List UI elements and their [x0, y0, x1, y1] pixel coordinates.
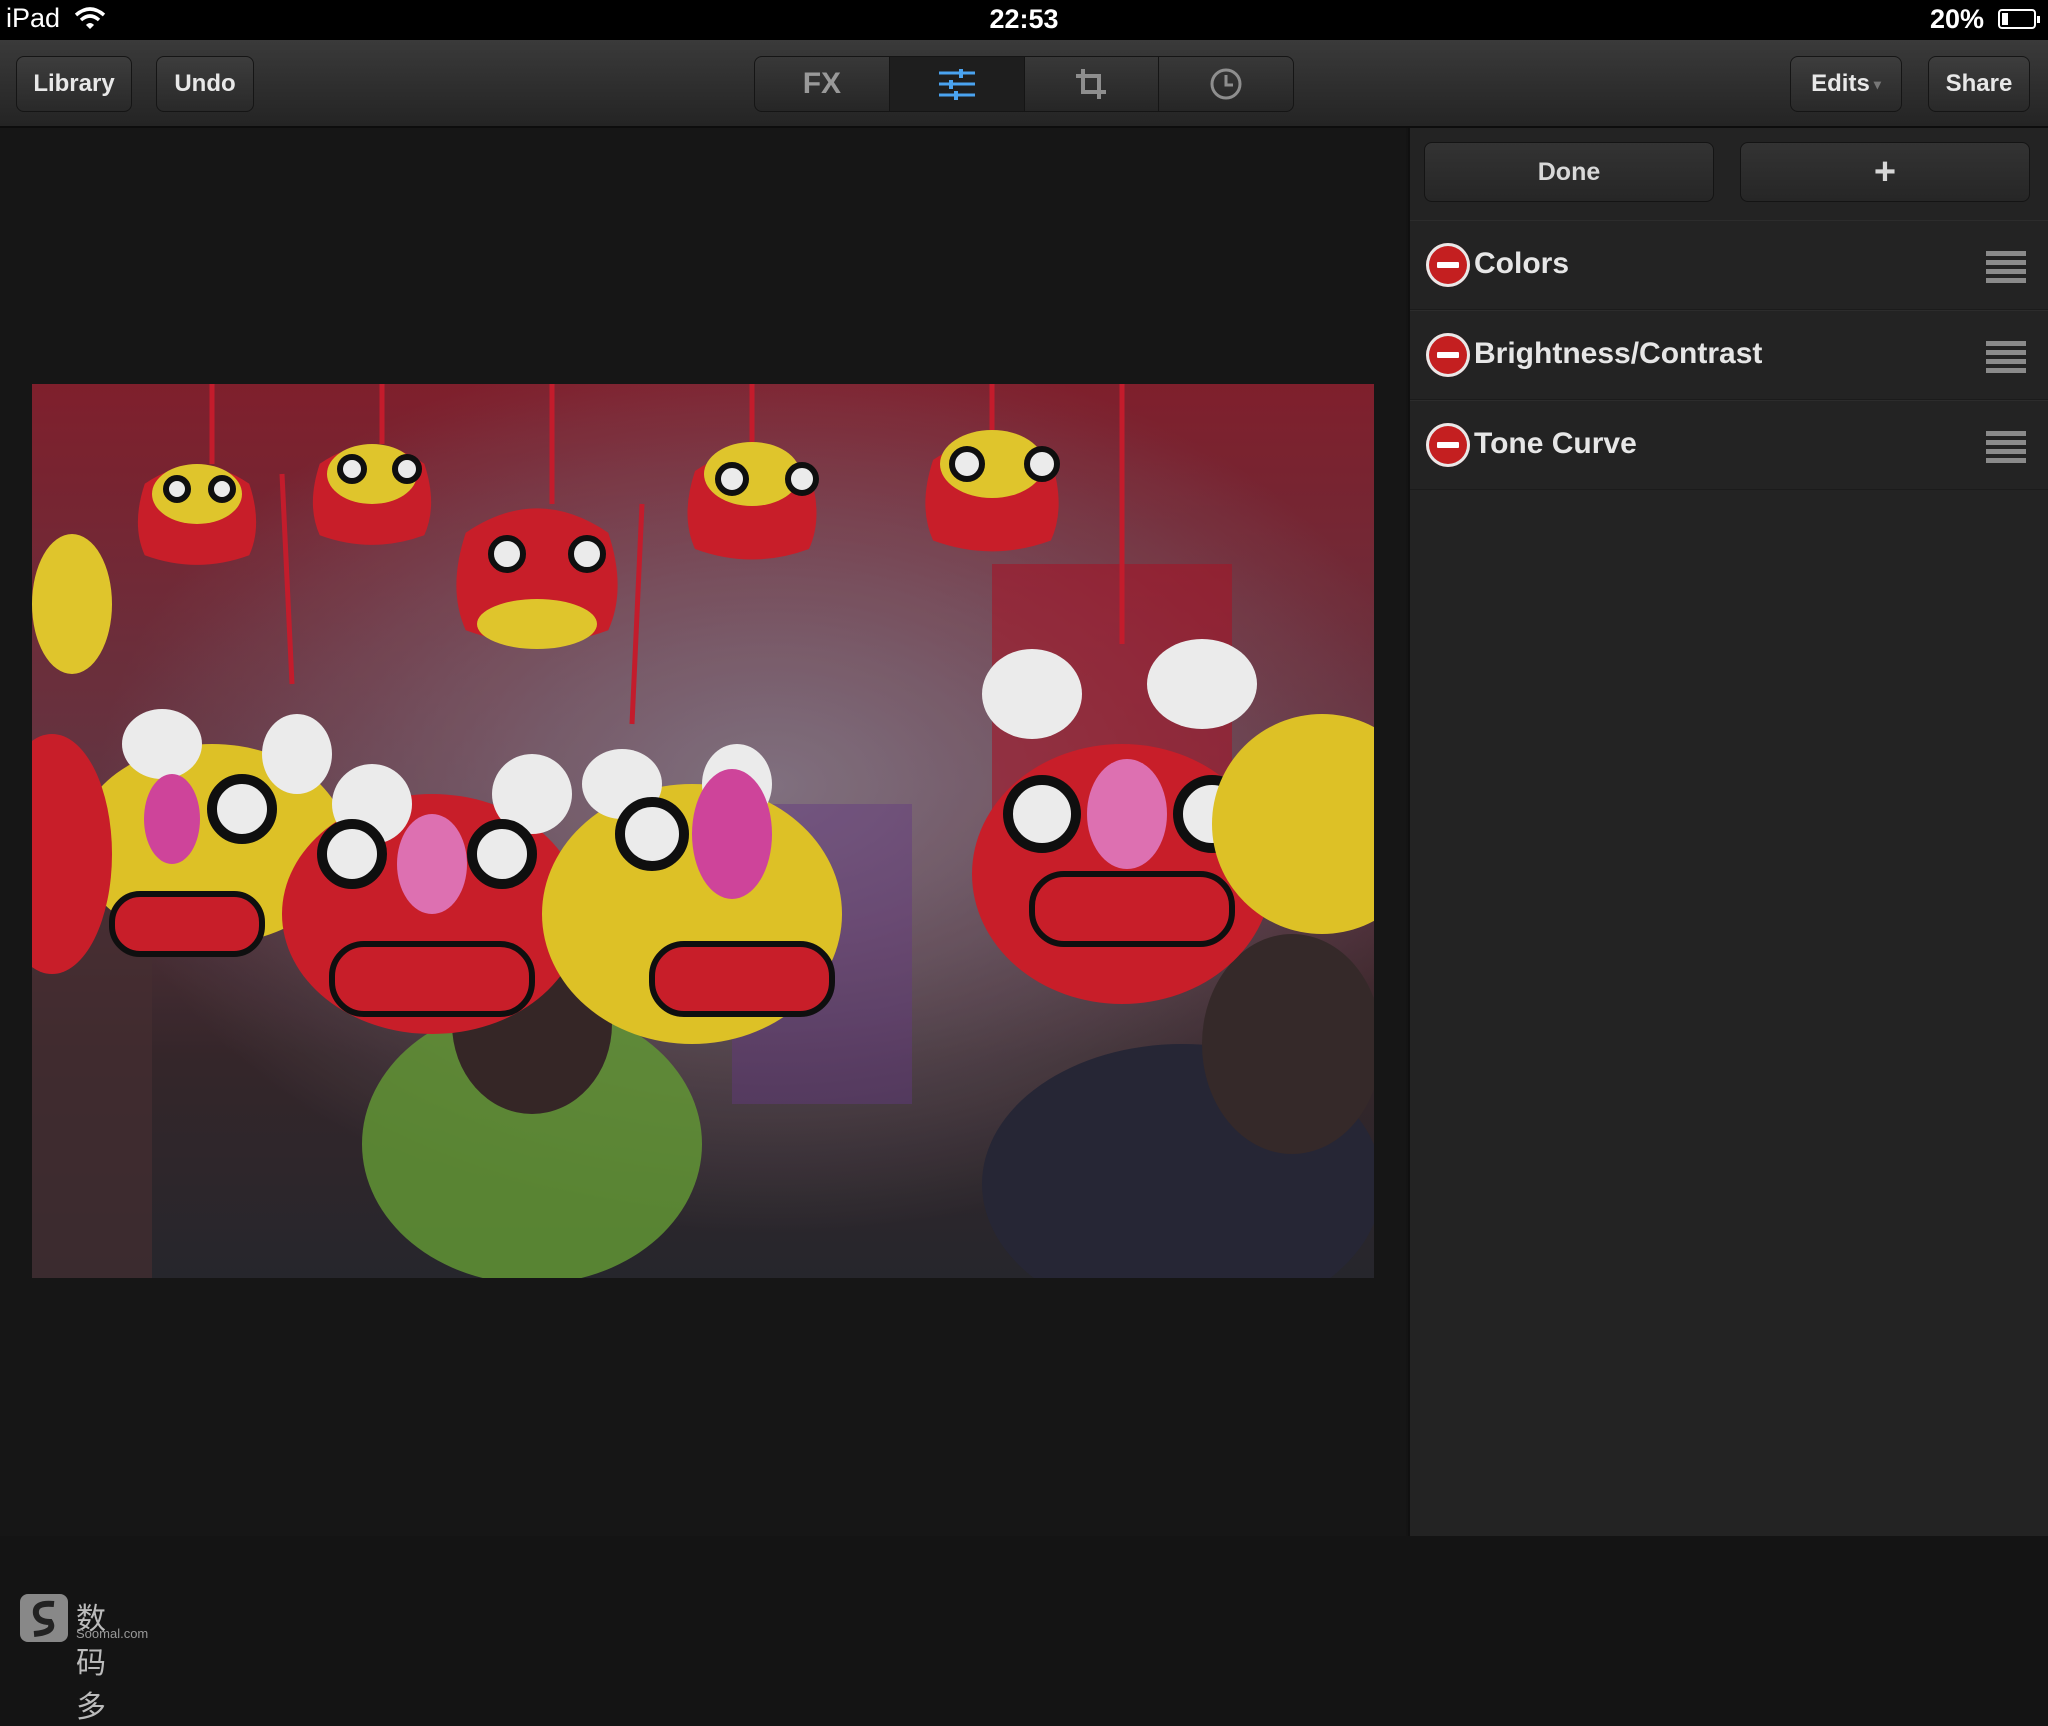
adjustment-row-tone-curve[interactable]: Tone Curve: [1410, 400, 2048, 490]
tab-crop[interactable]: [1025, 57, 1160, 111]
remove-icon[interactable]: [1426, 333, 1470, 377]
history-clock-icon: [1210, 68, 1242, 100]
status-bar: iPad 22:53 20%: [0, 0, 2048, 40]
sliders-icon: [938, 69, 975, 100]
remove-icon[interactable]: [1426, 423, 1470, 467]
edits-button[interactable]: Edits ▾: [1790, 56, 1902, 112]
crop-icon: [1076, 69, 1107, 99]
tab-history[interactable]: [1159, 57, 1293, 111]
fx-label: FX: [802, 67, 842, 100]
done-button[interactable]: Done: [1424, 142, 1714, 202]
top-toolbar: Library Undo FX Edits ▾ Share: [0, 40, 2048, 128]
adjustment-label: Colors: [1474, 247, 1570, 280]
library-button[interactable]: Library: [16, 56, 132, 112]
photo-image: [32, 384, 1374, 1278]
chevron-down-icon: ▾: [1873, 75, 1881, 92]
edits-label: Edits: [1811, 70, 1870, 97]
adjustment-label: Tone Curve: [1474, 427, 1637, 460]
photo-canvas: 数码多 Soomal.com: [0, 128, 1406, 1724]
battery-icon: [1998, 9, 2040, 29]
clock: 22:53: [989, 4, 1059, 34]
add-adjustment-button[interactable]: +: [1740, 142, 2030, 202]
tab-adjust[interactable]: [889, 57, 1025, 111]
remove-icon[interactable]: [1426, 243, 1470, 287]
tab-fx[interactable]: FX: [755, 57, 890, 111]
watermark-sub: Soomal.com: [76, 1626, 149, 1641]
watermark-text: 数码多: [76, 1603, 106, 1724]
watermark: 数码多 Soomal.com: [20, 1594, 148, 1724]
battery-percent: 20%: [1929, 4, 1984, 34]
adjustments-panel: Done + Colors Brightness/Contrast Tone C…: [1408, 128, 2048, 1536]
reorder-handle-icon[interactable]: [1986, 341, 2026, 377]
mode-segmented-control: FX: [754, 56, 1294, 112]
reorder-handle-icon[interactable]: [1986, 251, 2026, 287]
undo-button[interactable]: Undo: [156, 56, 254, 112]
edited-photo[interactable]: [32, 384, 1374, 1278]
adjustment-row-colors[interactable]: Colors: [1410, 220, 2048, 310]
reorder-handle-icon[interactable]: [1986, 431, 2026, 467]
adjustment-row-brightness-contrast[interactable]: Brightness/Contrast: [1410, 310, 2048, 400]
share-button[interactable]: Share: [1928, 56, 2030, 112]
soomal-logo-icon: [20, 1594, 68, 1642]
adjustment-label: Brightness/Contrast: [1474, 337, 1763, 370]
adjustment-list: Colors Brightness/Contrast Tone Curve: [1410, 220, 2048, 490]
